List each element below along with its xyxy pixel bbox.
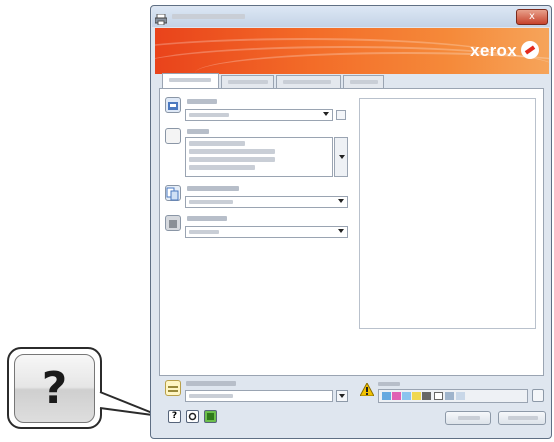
warning-icon [359,381,375,397]
xerox-logo-icon [521,41,539,59]
color-mode-icon [165,215,181,231]
window-title [172,14,245,19]
status-icon [207,413,214,420]
tab-printing-options[interactable] [162,73,219,88]
paper-label [187,129,209,134]
status-label [378,382,400,386]
presets-icon [165,380,181,396]
sides-icon [165,185,181,201]
presets-dropdown-button[interactable] [336,390,348,402]
tab-advanced[interactable] [343,75,384,88]
xerox-banner: xerox [155,28,549,74]
help-button[interactable]: ? [168,410,181,423]
paper-tray-icon [165,128,181,144]
two-sided-label [187,186,239,191]
ok-button[interactable] [445,411,491,425]
presets-label [186,381,236,386]
close-icon: x [529,11,535,22]
printer-icon [154,10,168,26]
job-type-label [187,99,217,104]
help-icon: ? [171,411,178,421]
restore-defaults-icon [188,412,197,421]
paper-list[interactable] [185,137,333,177]
feature-summary-strip [378,389,528,403]
job-type-icon [165,97,181,113]
more-status-button[interactable] [532,389,544,402]
tab-document-options[interactable] [221,75,274,88]
cancel-button[interactable] [498,411,546,425]
two-sided-select[interactable] [185,196,348,208]
job-type-select[interactable] [185,109,333,121]
restore-defaults-button[interactable] [186,410,199,423]
job-type-options-button[interactable] [336,110,346,120]
status-button[interactable] [204,410,217,423]
tab-image-options[interactable] [276,75,341,88]
title-bar: x [152,7,550,27]
page-preview [359,98,536,329]
brand-name: xerox [470,41,517,60]
finishing-label [187,216,227,221]
presets-select[interactable] [185,390,333,402]
paper-list-dropdown-button[interactable] [334,137,348,177]
finishing-select[interactable] [185,226,348,238]
close-button[interactable]: x [516,9,548,25]
